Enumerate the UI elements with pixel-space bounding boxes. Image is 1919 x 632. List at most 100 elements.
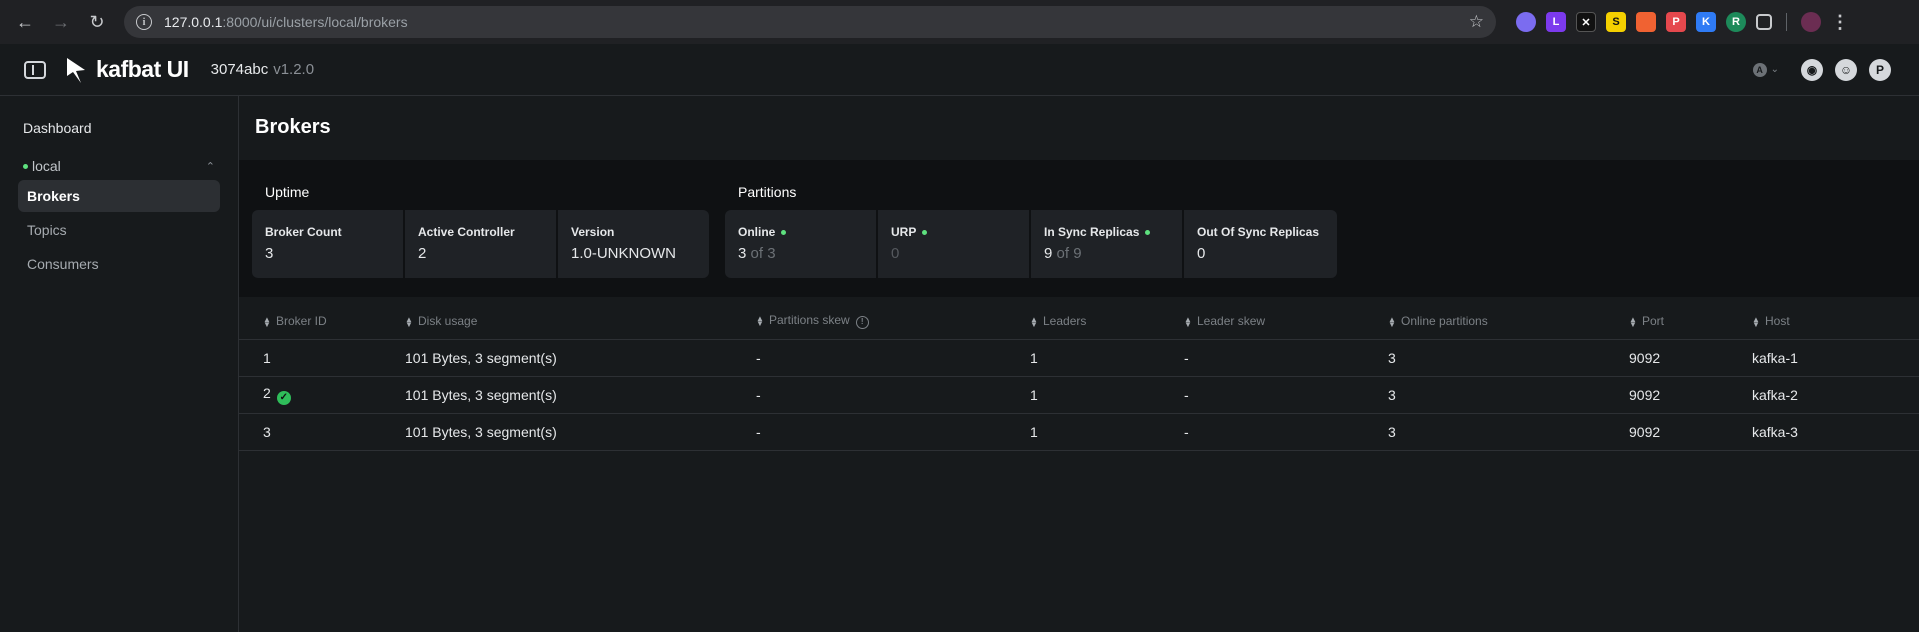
disk-usage-cell: 101 Bytes, 3 segment(s): [405, 376, 756, 414]
disk-usage-cell: 101 Bytes, 3 segment(s): [405, 339, 756, 377]
online-partitions-cell: 3: [1388, 376, 1629, 414]
leaders-cell: 1: [1030, 413, 1184, 451]
sidebar-item-topics[interactable]: Topics: [18, 214, 220, 246]
sort-icon: ▲ ▼: [263, 315, 271, 330]
uptime-title: Uptime: [265, 184, 310, 200]
col-partitions-skew[interactable]: ▲ ▼ Partitions skew!: [756, 304, 1030, 340]
logo-text[interactable]: kafbat UI: [96, 56, 189, 83]
isr-label: In Sync Replicas: [1044, 225, 1140, 239]
sort-icon: ▲ ▼: [405, 315, 413, 330]
browser-menu-icon[interactable]: ⋮: [1831, 12, 1849, 33]
github-icon[interactable]: ◉: [1801, 58, 1823, 81]
disk-usage-cell: 101 Bytes, 3 segment(s): [405, 413, 756, 451]
partitions-skew-cell: -: [756, 339, 1030, 377]
uptime-group: Uptime Broker Count 3 Active Controller …: [252, 184, 709, 297]
back-icon[interactable]: ←: [10, 7, 40, 37]
online-value: 3: [738, 245, 747, 262]
sort-icon: ▲ ▼: [756, 314, 764, 329]
extension-p-icon[interactable]: P: [1666, 12, 1686, 32]
active-controller-label: Active Controller: [418, 225, 515, 239]
col-online-partitions[interactable]: ▲ ▼ Online partitions: [1388, 304, 1629, 340]
address-bar[interactable]: i 127.0.0.1:8000/ui/clusters/local/broke…: [124, 6, 1496, 38]
broker-id-cell[interactable]: 2 ✓: [239, 376, 405, 414]
urp-status-dot: [922, 229, 928, 235]
sidebar-cluster-local[interactable]: local ⌃: [18, 158, 220, 174]
version-label: Version: [571, 225, 615, 239]
broker-count-label: Broker Count: [265, 225, 342, 239]
col-port[interactable]: ▲ ▼ Port: [1629, 304, 1752, 340]
col-leader-skew[interactable]: ▲ ▼ Leader skew: [1184, 304, 1388, 340]
extension-l-icon[interactable]: L: [1546, 12, 1566, 32]
version-cell: Version 1.0-UNKNOWN: [558, 210, 709, 278]
host-cell: kafka-2: [1752, 376, 1919, 414]
sort-icon: ▲ ▼: [1752, 315, 1760, 330]
extension-x-icon[interactable]: ✕: [1576, 12, 1596, 32]
reload-icon[interactable]: ↻: [82, 7, 112, 37]
sidebar: Dashboard local ⌃ Brokers Topics Consume…: [0, 96, 239, 632]
extensions-puzzle-icon[interactable]: [1756, 14, 1772, 30]
theme-toggle[interactable]: A ⌄: [1752, 62, 1779, 77]
sort-icon: ▲ ▼: [1629, 315, 1637, 330]
leader-skew-cell: -: [1184, 376, 1388, 414]
isr-value: 9: [1044, 245, 1053, 262]
discord-icon[interactable]: ☺: [1835, 58, 1857, 81]
broker-id-cell[interactable]: 1: [239, 339, 405, 377]
isr-total: of 9: [1056, 245, 1082, 262]
chevron-down-icon: ⌄: [1770, 64, 1779, 75]
table-row[interactable]: 2 ✓ 101 Bytes, 3 segment(s) - 1 - 3 9092 …: [239, 376, 1919, 414]
extension-r-icon[interactable]: R: [1726, 12, 1746, 32]
sidebar-item-dashboard[interactable]: Dashboard: [18, 116, 220, 140]
cluster-name: local: [32, 158, 61, 174]
partitions-skew-cell: -: [756, 376, 1030, 414]
urp-cell: URP 0: [878, 210, 1029, 278]
port-cell: 9092: [1629, 339, 1752, 377]
info-icon[interactable]: !: [855, 316, 869, 330]
oosr-label: Out Of Sync Replicas: [1197, 225, 1320, 239]
leaders-cell: 1: [1030, 339, 1184, 377]
broker-id-cell[interactable]: 3: [239, 413, 405, 451]
out-of-sync-replicas-cell: Out Of Sync Replicas 0: [1184, 210, 1337, 278]
host-cell: kafka-3: [1752, 413, 1919, 451]
online-label: Online: [738, 225, 776, 239]
brokers-table: ▲ ▼ Broker ID ▲ ▼ Disk usage ▲ ▼ Partitions sk…: [239, 304, 1919, 451]
col-broker-id[interactable]: ▲ ▼ Broker ID: [239, 304, 405, 340]
in-sync-replicas-cell: In Sync Replicas 9 of 9: [1031, 210, 1182, 278]
sidebar-toggle-icon[interactable]: [24, 60, 46, 79]
app-header: kafbat UI 3074abc v1.2.0 A ⌄ ◉ ☺ P: [0, 44, 1919, 96]
profile-avatar-icon[interactable]: [1801, 12, 1821, 32]
col-host[interactable]: ▲ ▼ Host: [1752, 304, 1919, 340]
extension-s-icon[interactable]: S: [1606, 12, 1626, 32]
online-cell: Online 3 of 3: [725, 210, 876, 278]
sort-icon: ▲ ▼: [1030, 315, 1038, 330]
table-header-row: ▲ ▼ Broker ID ▲ ▼ Disk usage ▲ ▼ Partitions sk…: [239, 304, 1919, 340]
col-leaders[interactable]: ▲ ▼ Leaders: [1030, 304, 1184, 340]
leader-skew-cell: -: [1184, 339, 1388, 377]
profile-icon[interactable]: P: [1869, 58, 1891, 81]
online-status-dot: [781, 229, 787, 235]
kafbat-logo-icon: [67, 57, 85, 83]
bookmark-star-icon[interactable]: ☆: [1469, 12, 1484, 32]
oosr-value: 0: [1197, 245, 1206, 262]
col-disk-usage[interactable]: ▲ ▼ Disk usage: [405, 304, 756, 340]
online-total: of 3: [750, 245, 776, 262]
active-controller-value: 2: [418, 245, 427, 262]
online-partitions-cell: 3: [1388, 413, 1629, 451]
table-row[interactable]: 3 101 Bytes, 3 segment(s) - 1 - 3 9092 k…: [239, 413, 1919, 451]
isr-status-dot: [1145, 229, 1151, 235]
page-title: Brokers: [255, 116, 331, 138]
sidebar-item-brokers[interactable]: Brokers: [18, 180, 220, 212]
extension-fox-icon[interactable]: [1636, 12, 1656, 32]
sidebar-item-consumers[interactable]: Consumers: [18, 248, 220, 280]
auto-theme-icon: A: [1752, 62, 1767, 77]
leader-skew-cell: -: [1184, 413, 1388, 451]
main-content: Brokers Uptime Broker Count 3 Active Con…: [239, 96, 1919, 632]
table-row[interactable]: 1 101 Bytes, 3 segment(s) - 1 - 3 9092 k…: [239, 339, 1919, 377]
extension-k-icon[interactable]: K: [1696, 12, 1716, 32]
extension-ghost-icon[interactable]: [1516, 12, 1536, 32]
commit-hash: 3074abc: [210, 61, 269, 78]
chevron-up-icon: ⌃: [205, 160, 215, 173]
leaders-cell: 1: [1030, 376, 1184, 414]
sort-icon: ▲ ▼: [1388, 315, 1396, 330]
forward-icon[interactable]: →: [46, 7, 76, 37]
site-info-icon[interactable]: i: [136, 14, 152, 30]
